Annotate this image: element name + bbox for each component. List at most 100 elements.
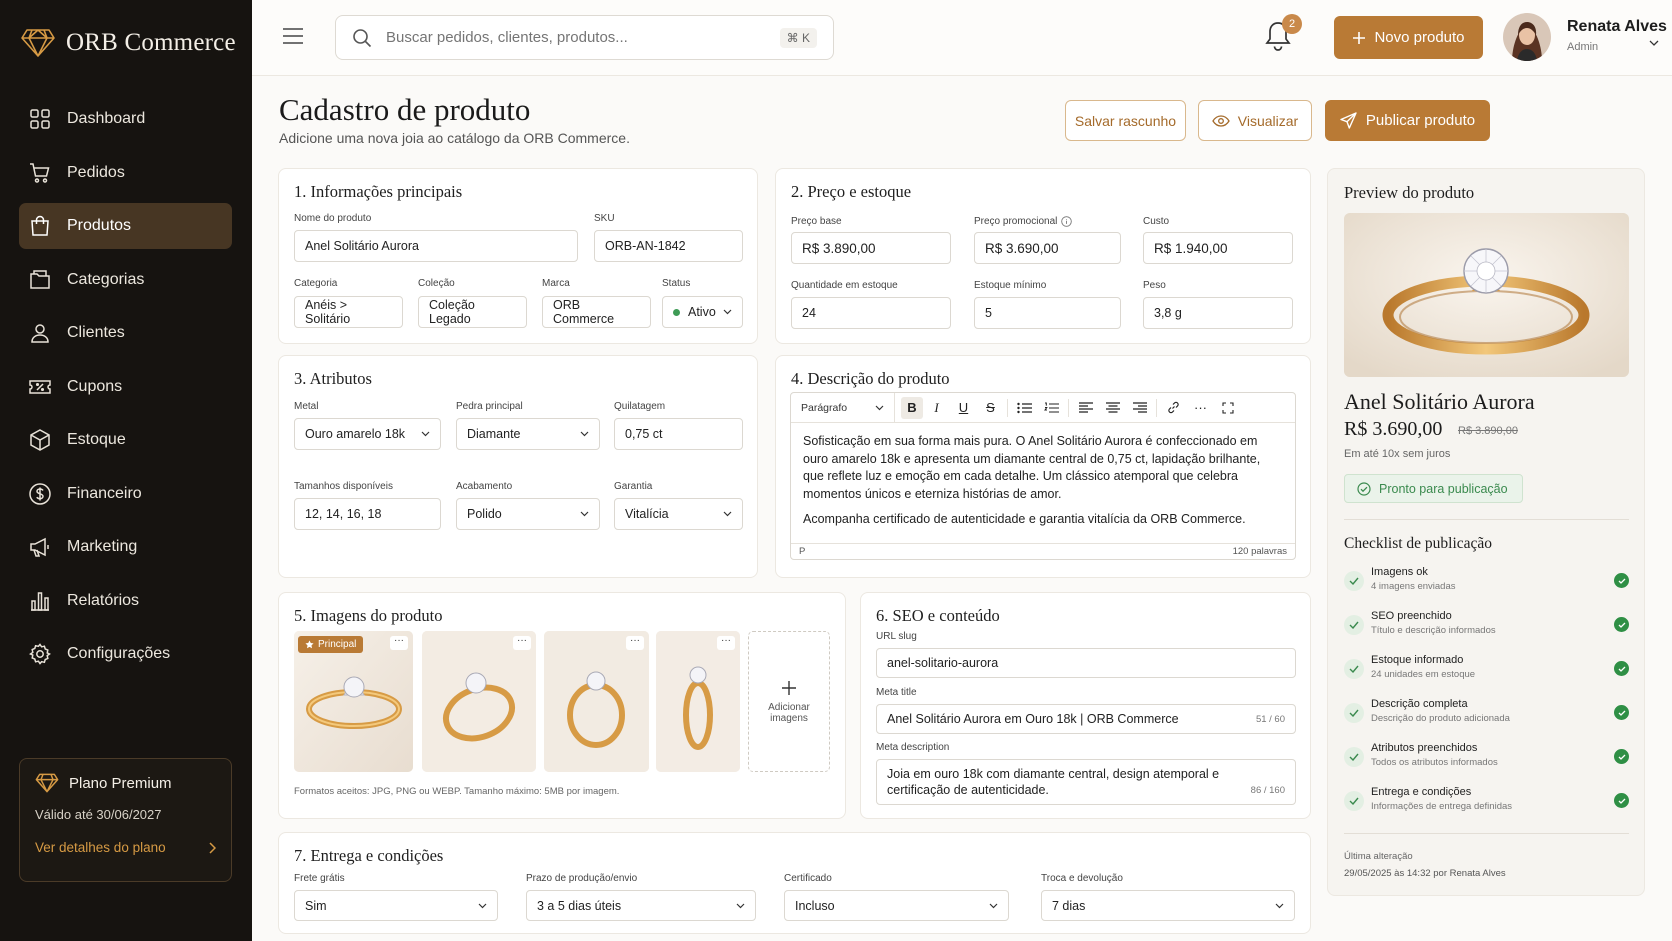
meta-title-field[interactable]: Anel Solitário Aurora em Ouro 18k | ORB … [876, 704, 1296, 734]
cost-field[interactable]: R$ 1.940,00 [1143, 232, 1293, 264]
user-role: Admin [1567, 41, 1599, 53]
chevron-down-icon[interactable] [1649, 40, 1659, 46]
certificate-select[interactable]: Incluso [784, 890, 1009, 921]
card-title: 7. Entrega e condições [294, 846, 444, 865]
sidebar-item-configuracoes[interactable]: Configurações [19, 631, 232, 677]
link-icon[interactable] [1160, 393, 1187, 423]
strikethrough-icon[interactable]: S [977, 393, 1004, 423]
checklist-item: Descrição completa Descrição do produto … [1344, 696, 1629, 730]
send-icon [1340, 112, 1357, 129]
stock-qty-field[interactable]: 24 [791, 297, 951, 329]
sidebar-item-produtos[interactable]: Produtos [19, 203, 232, 249]
warranty-select[interactable]: Vitalícia [614, 498, 743, 530]
metal-select[interactable]: Ouro amarelo 18k [294, 418, 441, 450]
product-image-thumb[interactable]: ··· [656, 631, 740, 772]
chevron-down-icon [580, 511, 589, 517]
promo-price-label: Preço promocional [974, 216, 1058, 227]
sidebar-item-dashboard[interactable]: Dashboard [19, 96, 232, 142]
italic-icon[interactable]: I [923, 393, 950, 423]
align-left-icon[interactable] [1072, 393, 1099, 423]
editor-content[interactable]: Sofisticação em sua forma mais pura. O A… [791, 423, 1295, 529]
numbered-list-icon[interactable] [1038, 393, 1065, 423]
new-product-button[interactable]: Novo produto [1334, 16, 1483, 59]
carat-field[interactable]: 0,75 ct [614, 418, 743, 450]
brand-field[interactable]: ORB Commerce [542, 296, 651, 328]
bold-icon[interactable]: B [901, 396, 923, 419]
weight-field[interactable]: 3,8 g [1143, 297, 1293, 329]
align-center-icon[interactable] [1099, 393, 1126, 423]
free-shipping-select[interactable]: Sim [294, 890, 498, 921]
add-images-button[interactable]: Adicionar imagens [748, 631, 830, 772]
check-circle-icon [1357, 481, 1371, 496]
last-change-label: Última alteração [1344, 851, 1413, 862]
finish-select[interactable]: Polido [456, 498, 600, 530]
sidebar-item-marketing[interactable]: Marketing [19, 524, 232, 570]
card-title: 4. Descrição do produto [791, 369, 950, 388]
check-done-icon [1614, 749, 1629, 764]
sidebar-item-clientes[interactable]: Clientes [19, 310, 232, 356]
category-field[interactable]: Anéis > Solitário [294, 296, 403, 328]
format-select[interactable]: Parágrafo [791, 392, 895, 423]
product-image-thumb[interactable]: ··· [422, 631, 536, 772]
search-bar[interactable]: ⌘ K [335, 15, 834, 60]
brand-logo[interactable]: ORB Commerce [20, 28, 236, 58]
chevron-down-icon [875, 405, 884, 410]
product-name-field[interactable]: Anel Solitário Aurora [294, 230, 578, 262]
status-select[interactable]: Ativo [662, 296, 743, 328]
product-image-thumb[interactable]: ··· [544, 631, 649, 772]
avatar[interactable] [1503, 13, 1551, 61]
min-stock-field[interactable]: 5 [974, 297, 1121, 329]
menu-icon[interactable] [282, 27, 304, 45]
ready-status-badge: Pronto para publicação [1344, 474, 1523, 503]
sidebar-item-financeiro[interactable]: Financeiro [19, 471, 232, 517]
info-card: 1. Informações principais Nome do produt… [278, 168, 758, 344]
checklist-item-desc: 4 imagens enviadas [1371, 581, 1456, 592]
sidebar-item-categorias[interactable]: Categorias [19, 257, 232, 303]
collection-field[interactable]: Coleção Legado [418, 296, 527, 328]
sidebar-item-cupons[interactable]: Cupons [19, 364, 232, 410]
ring-photo [422, 631, 536, 772]
stone-select[interactable]: Diamante [456, 418, 600, 450]
checklist-item-name: Imagens ok [1371, 566, 1428, 578]
card-title: 2. Preço e estoque [791, 182, 912, 201]
card-title: 6. SEO e conteúdo [876, 606, 1000, 625]
fullscreen-icon[interactable] [1214, 393, 1241, 423]
sidebar-item-pedidos[interactable]: Pedidos [19, 150, 232, 196]
plan-details-link[interactable]: Ver detalhes do plano [35, 840, 216, 855]
product-image-thumb[interactable]: Principal ··· [294, 631, 413, 772]
preview-image[interactable] [1344, 213, 1629, 377]
preview-button[interactable]: Visualizar [1198, 100, 1312, 141]
checklist-item: Entrega e condições Informações de entre… [1344, 784, 1629, 818]
bag-icon [31, 215, 49, 236]
more-icon[interactable]: ··· [1187, 393, 1214, 423]
diamond-icon [35, 773, 59, 793]
chevron-down-icon [478, 903, 487, 908]
more-icon[interactable]: ··· [717, 636, 735, 650]
card-title: 3. Atributos [294, 369, 372, 388]
info-icon[interactable] [1061, 216, 1073, 227]
more-icon[interactable]: ··· [626, 636, 644, 650]
promo-price-field[interactable]: R$ 3.690,00 [974, 232, 1121, 264]
checklist-item: Atributos preenchidos Todos os atributos… [1344, 740, 1629, 774]
slug-field[interactable]: anel-solitario-aurora [876, 648, 1296, 678]
bullet-list-icon[interactable] [1011, 393, 1038, 423]
base-price-field[interactable]: R$ 3.890,00 [791, 232, 951, 264]
field-value: 3 a 5 dias úteis [537, 898, 622, 913]
checklist-item-desc: 24 unidades em estoque [1371, 669, 1476, 680]
meta-description-field[interactable]: Joia em ouro 18k com diamante central, d… [876, 759, 1296, 805]
more-icon[interactable]: ··· [390, 636, 408, 650]
rich-text-editor[interactable]: Parágrafo B I U S ··· Sofisticação em su… [790, 392, 1296, 560]
delivery-card: 7. Entrega e condições Frete grátis Sim … [278, 832, 1311, 934]
search-input[interactable] [386, 29, 766, 46]
lead-time-select[interactable]: 3 a 5 dias úteis [526, 890, 756, 921]
sidebar-item-relatorios[interactable]: Relatórios [19, 578, 232, 624]
publish-button[interactable]: Publicar produto [1325, 100, 1490, 141]
sidebar-item-estoque[interactable]: Estoque [19, 417, 232, 463]
align-right-icon[interactable] [1126, 393, 1153, 423]
sku-field[interactable]: ORB-AN-1842 [594, 230, 743, 262]
more-icon[interactable]: ··· [513, 636, 531, 650]
save-draft-button[interactable]: Salvar rascunho [1065, 100, 1186, 141]
sizes-field[interactable]: 12, 14, 16, 18 [294, 498, 441, 530]
underline-icon[interactable]: U [950, 393, 977, 423]
return-policy-select[interactable]: 7 dias [1041, 890, 1295, 921]
